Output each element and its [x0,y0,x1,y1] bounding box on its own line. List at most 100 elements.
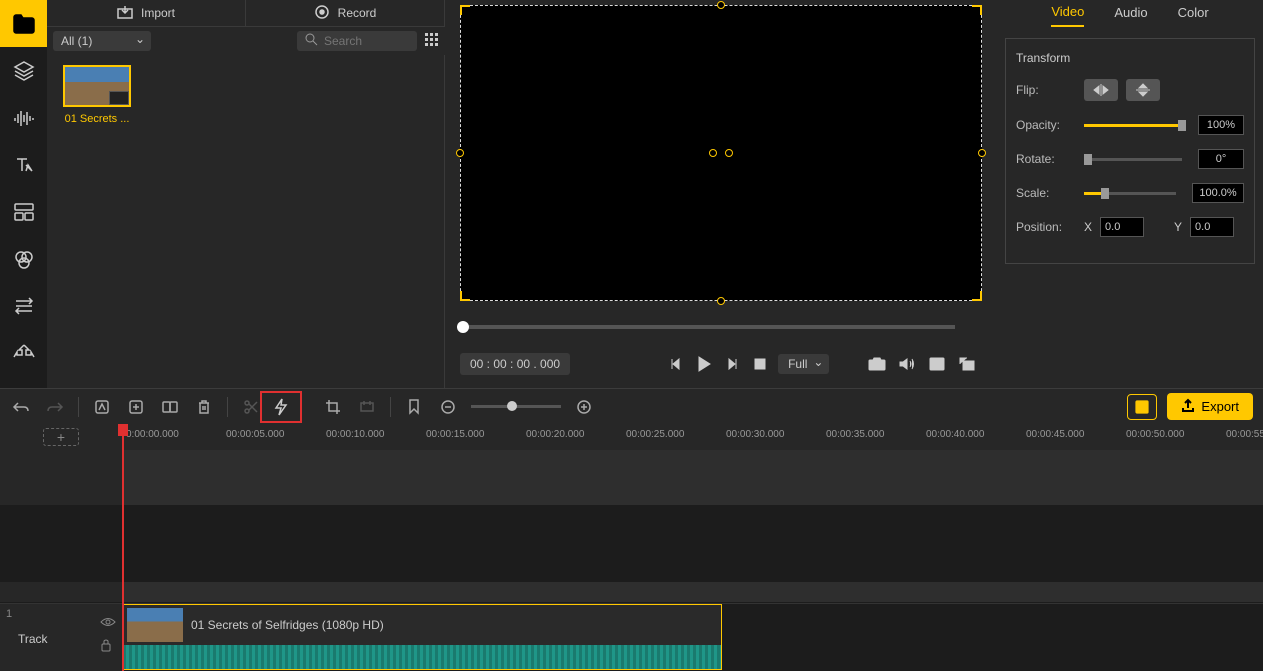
video-track-1: 1 Track 01 Secrets of Selfridges (1080p … [0,603,1263,671]
track-visibility-icon[interactable] [100,616,116,630]
sidebar-tool-filters[interactable] [0,235,47,282]
canvas-corner-tr[interactable] [972,5,982,15]
tab-color[interactable]: Color [1178,5,1209,26]
top-toolbar: Import Record [47,0,445,27]
canvas-corner-bl[interactable] [460,291,470,301]
ruler-mark: 00:00:50.000 [1126,429,1184,440]
canvas-handle-top[interactable] [717,1,725,9]
sidebar-tool-layers[interactable] [0,47,47,94]
prev-frame-button[interactable] [666,354,686,374]
snapshot-button[interactable] [867,354,887,374]
track-number: 1 [6,608,12,620]
empty-track-2-body[interactable] [122,582,1263,602]
preview-canvas[interactable] [460,5,982,301]
tab-video[interactable]: Video [1051,4,1084,27]
ruler-mark: 00:00:55 [1226,429,1263,440]
opacity-value[interactable]: 100% [1198,115,1244,135]
canvas-handle-left[interactable] [456,149,464,157]
ruler-mark: 0:00:00.000 [126,429,179,440]
scale-slider[interactable] [1084,192,1176,195]
canvas-handle-right[interactable] [978,149,986,157]
properties-panel: Video Audio Color Transform Flip: Opacit… [997,0,1263,388]
clip-audio-waveform [123,645,721,669]
scale-value[interactable]: 100.0% [1192,183,1244,203]
record-button[interactable]: Record [246,0,444,26]
playback-controls: 00 : 00 : 00 . 000 Full [460,350,982,378]
sidebar-tool-transitions[interactable] [0,282,47,329]
search-input[interactable] [324,34,404,48]
scrub-handle[interactable] [457,321,469,333]
ruler-mark: 00:00:30.000 [726,429,784,440]
split-button[interactable] [240,396,262,418]
media-clip-name: 01 Secrets ... [57,113,137,125]
view-grid-icon[interactable] [425,33,439,50]
sidebar-tool-motion[interactable] [0,329,47,376]
scale-label: Scale: [1016,186,1076,200]
preview-scrub-bar[interactable] [460,325,955,329]
add-track-button[interactable]: + [43,428,79,446]
filter-bar: All (1) [47,27,445,55]
rotate-slider[interactable] [1084,158,1182,161]
zoom-slider[interactable] [471,405,561,408]
empty-track-2 [0,582,1263,602]
ruler-mark: 00:00:35.000 [826,429,884,440]
track-lock-icon[interactable] [100,638,116,655]
import-label: Import [141,6,175,20]
flip-vertical-button[interactable] [1126,79,1160,101]
canvas-corner-tl[interactable] [460,5,470,15]
record-icon [314,4,330,23]
position-label: Position: [1016,220,1076,234]
tl-tool-2[interactable] [125,396,147,418]
timeline-clip[interactable]: 01 Secrets of Selfridges (1080p HD) [122,604,722,670]
play-button[interactable] [694,354,714,374]
sidebar-tool-audio[interactable] [0,94,47,141]
marker-button[interactable] [403,396,425,418]
sidebar-tool-text[interactable] [0,141,47,188]
next-frame-button[interactable] [722,354,742,374]
canvas-handle-bottom[interactable] [717,297,725,305]
timeline-tracks: 1 Track 01 Secrets of Selfridges (1080p … [0,450,1263,671]
export-button[interactable]: Export [1167,393,1253,420]
ruler-mark: 00:00:10.000 [326,429,384,440]
rotate-value[interactable]: 0° [1198,149,1244,169]
timeline-ruler-marks[interactable]: 0:00:00.000 00:00:05.000 00:00:10.000 00… [122,424,1263,450]
timecode-display: 00 : 00 : 00 . 000 [460,353,570,375]
media-filter-dropdown[interactable]: All (1) [53,31,151,51]
tab-audio[interactable]: Audio [1114,5,1147,26]
export-label: Export [1201,399,1239,414]
flip-horizontal-button[interactable] [1084,79,1118,101]
canvas-center-handles[interactable] [709,149,733,157]
stop-button[interactable] [750,354,770,374]
search-input-wrap[interactable] [297,31,417,51]
position-y-value[interactable]: 0.0 [1190,217,1234,237]
sidebar-tool-media[interactable] [0,0,47,47]
media-clip[interactable]: 01 Secrets ... [57,65,137,125]
detach-button[interactable] [927,354,947,374]
render-button[interactable] [1127,394,1157,420]
ruler-mark: 00:00:40.000 [926,429,984,440]
tl-tool-x[interactable] [356,396,378,418]
tl-tool-1[interactable] [91,396,113,418]
left-sidebar [0,0,47,388]
video-track-body[interactable]: 01 Secrets of Selfridges (1080p HD) [122,604,1263,671]
zoom-out-button[interactable] [437,396,459,418]
empty-track-1-body[interactable] [122,450,1263,505]
tl-tool-3[interactable] [159,396,181,418]
canvas-corner-br[interactable] [972,291,982,301]
delete-button[interactable] [193,396,215,418]
flip-label: Flip: [1016,83,1076,97]
preview-size-dropdown[interactable]: Full [778,354,829,374]
highlighted-speed-button[interactable] [260,391,302,423]
sidebar-tool-templates[interactable] [0,188,47,235]
redo-button[interactable] [44,396,66,418]
ruler-mark: 00:00:15.000 [426,429,484,440]
undo-button[interactable] [10,396,32,418]
opacity-slider[interactable] [1084,124,1182,127]
zoom-in-button[interactable] [573,396,595,418]
playhead[interactable] [122,424,124,671]
crop-button[interactable] [322,396,344,418]
position-x-value[interactable]: 0.0 [1100,217,1144,237]
fullscreen-button[interactable] [957,354,977,374]
import-button[interactable]: Import [47,0,246,26]
volume-button[interactable] [897,354,917,374]
